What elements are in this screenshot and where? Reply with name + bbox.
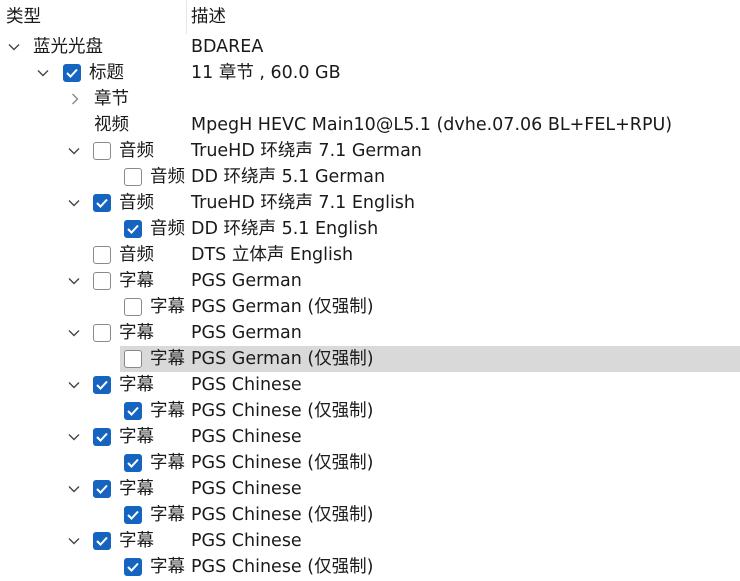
tree-row-type-label: 标题: [89, 63, 124, 83]
checkbox-checked[interactable]: [124, 506, 142, 524]
tree-row-description: PGS German: [191, 271, 302, 291]
checkbox-checked[interactable]: [93, 532, 111, 550]
chevron-down-icon[interactable]: [67, 141, 81, 161]
tree-row[interactable]: 字幕 PGS German (仅强制): [0, 346, 740, 372]
tree-row-type-label: 字幕: [119, 323, 154, 343]
tree-row-type-label: 字幕: [150, 401, 185, 421]
tree-row[interactable]: 字幕 PGS German (仅强制): [0, 294, 740, 320]
tree-row[interactable]: 标题 11 章节 , 60.0 GB: [0, 60, 740, 86]
tree-row-description: PGS Chinese: [191, 375, 302, 395]
checkbox-checked[interactable]: [124, 402, 142, 420]
tree-row[interactable]: 字幕 PGS German: [0, 320, 740, 346]
checkbox-unchecked[interactable]: [93, 142, 111, 160]
tree-row-description: MpegH HEVC Main10@L5.1 (dvhe.07.06 BL+FE…: [191, 115, 673, 135]
tree-row-type-label: 字幕: [119, 479, 154, 499]
tree-row-type-label: 音频: [150, 219, 185, 239]
tree-row[interactable]: 音频 DTS 立体声 English: [0, 242, 740, 268]
tree-row-description: PGS Chinese: [191, 479, 302, 499]
tree-row-description: PGS Chinese (仅强制): [191, 401, 374, 421]
tree-row-description: 11 章节 , 60.0 GB: [191, 63, 341, 83]
tree-row[interactable]: 字幕 PGS German: [0, 268, 740, 294]
tree-row[interactable]: 蓝光光盘 BDAREA: [0, 34, 740, 60]
tree-row[interactable]: 字幕 PGS Chinese (仅强制): [0, 554, 740, 580]
tree-row-type-label: 字幕: [150, 505, 185, 525]
chevron-down-icon[interactable]: [36, 63, 50, 83]
checkbox-unchecked[interactable]: [93, 272, 111, 290]
column-desc-header[interactable]: 描述: [191, 6, 226, 28]
tree-row[interactable]: 字幕 PGS Chinese (仅强制): [0, 398, 740, 424]
tree-row-type-label: 字幕: [150, 453, 185, 473]
tree-row-type-label: 音频: [150, 167, 185, 187]
chevron-down-icon[interactable]: [67, 479, 81, 499]
tree-row[interactable]: 字幕 PGS Chinese (仅强制): [0, 502, 740, 528]
tree-row-description: PGS Chinese (仅强制): [191, 557, 374, 577]
tree-row-description: DTS 立体声 English: [191, 245, 354, 265]
tree-row[interactable]: 字幕 PGS Chinese: [0, 372, 740, 398]
chevron-down-icon[interactable]: [7, 37, 21, 57]
tree-row-description: PGS Chinese: [191, 531, 302, 551]
tree-row[interactable]: 音频 TrueHD 环绕声 7.1 German: [0, 138, 740, 164]
tree-row-type-label: 字幕: [119, 271, 154, 291]
tree-row-type-label: 章节: [94, 89, 129, 109]
column-header: 类型 描述: [0, 0, 740, 34]
tree-row-description: PGS German (仅强制): [191, 297, 374, 317]
tree-row-type-label: 蓝光光盘: [33, 37, 103, 57]
tree-row[interactable]: 字幕 PGS Chinese: [0, 424, 740, 450]
checkbox-checked[interactable]: [93, 480, 111, 498]
chevron-down-icon[interactable]: [67, 427, 81, 447]
tree-row-type-label: 音频: [119, 193, 154, 213]
tree-row-description: BDAREA: [191, 37, 264, 57]
chevron-down-icon[interactable]: [67, 193, 81, 213]
tree-row-description: PGS Chinese (仅强制): [191, 453, 374, 473]
checkbox-checked[interactable]: [63, 64, 81, 82]
chevron-down-icon[interactable]: [67, 531, 81, 551]
tree-row-type-label: 字幕: [119, 375, 154, 395]
tree-row-type-label: 字幕: [119, 531, 154, 551]
chevron-down-icon[interactable]: [67, 323, 81, 343]
checkbox-unchecked[interactable]: [93, 324, 111, 342]
checkbox-checked[interactable]: [124, 454, 142, 472]
checkbox-unchecked[interactable]: [124, 350, 142, 368]
checkbox-unchecked[interactable]: [93, 246, 111, 264]
tree-row-description: PGS German: [191, 323, 302, 343]
column-divider[interactable]: [186, 0, 187, 34]
tree-row-description: PGS Chinese: [191, 427, 302, 447]
tree-row[interactable]: 视频 MpegH HEVC Main10@L5.1 (dvhe.07.06 BL+…: [0, 112, 740, 138]
checkbox-checked[interactable]: [93, 376, 111, 394]
tree-row-description: PGS Chinese (仅强制): [191, 505, 374, 525]
checkbox-checked[interactable]: [124, 558, 142, 576]
checkbox-checked[interactable]: [93, 428, 111, 446]
tree-row[interactable]: 字幕 PGS Chinese: [0, 528, 740, 554]
tree-row-type-label: 字幕: [150, 557, 185, 577]
tree-row-type-label: 音频: [119, 141, 154, 161]
tree-row-type-label: 字幕: [150, 297, 185, 317]
checkbox-checked[interactable]: [93, 194, 111, 212]
checkbox-unchecked[interactable]: [124, 168, 142, 186]
checkbox-unchecked[interactable]: [124, 298, 142, 316]
column-type-header[interactable]: 类型: [6, 6, 41, 28]
tree-row[interactable]: 音频 TrueHD 环绕声 7.1 English: [0, 190, 740, 216]
chevron-down-icon[interactable]: [67, 375, 81, 395]
tree-row-type-label: 视频: [94, 115, 129, 135]
checkbox-checked[interactable]: [124, 220, 142, 238]
tree-row-type-label: 字幕: [150, 349, 185, 369]
tree-row[interactable]: 字幕 PGS Chinese: [0, 476, 740, 502]
tree-row-type-label: 音频: [119, 245, 154, 265]
tree-row[interactable]: 音频 DD 环绕声 5.1 English: [0, 216, 740, 242]
tree-row[interactable]: 音频 DD 环绕声 5.1 German: [0, 164, 740, 190]
tree-row[interactable]: 字幕 PGS Chinese (仅强制): [0, 450, 740, 476]
tree-row-description: TrueHD 环绕声 7.1 German: [191, 141, 422, 161]
chevron-right-icon[interactable]: [68, 89, 82, 109]
tree-row-description: DD 环绕声 5.1 German: [191, 167, 386, 187]
tree-row-description: PGS German (仅强制): [191, 349, 374, 369]
tree-row-type-label: 字幕: [119, 427, 154, 447]
tree-row-description: DD 环绕声 5.1 English: [191, 219, 379, 239]
chevron-down-icon[interactable]: [67, 271, 81, 291]
tree-row-description: TrueHD 环绕声 7.1 English: [191, 193, 416, 213]
tree-row[interactable]: 章节: [0, 86, 740, 112]
